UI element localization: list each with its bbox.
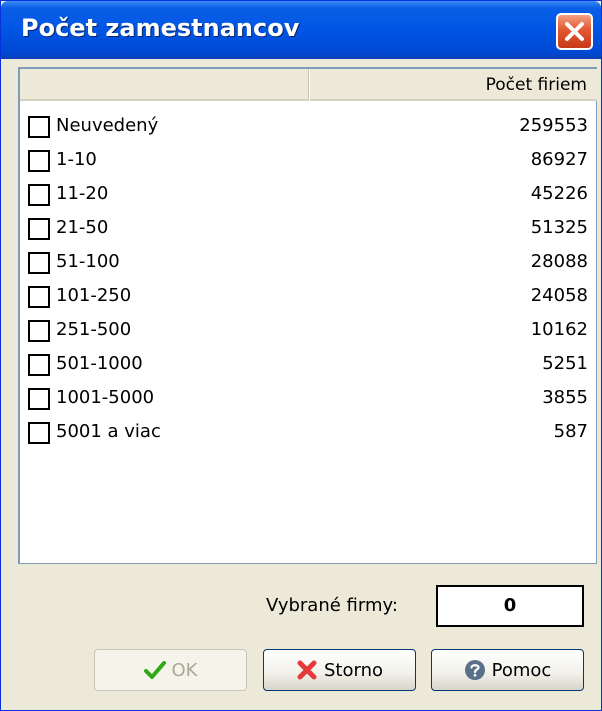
- list-item-count: 45226: [530, 183, 588, 204]
- checkbox[interactable]: [28, 116, 50, 138]
- list-item[interactable]: 501-1000 5251: [28, 349, 588, 383]
- column-header-count[interactable]: Počet firiem: [310, 69, 597, 101]
- checkbox[interactable]: [28, 320, 50, 342]
- selected-firms-count: 0: [436, 585, 584, 627]
- close-icon: [565, 22, 584, 41]
- help-button-label: Pomoc: [491, 659, 552, 681]
- list-item-count: 28088: [530, 251, 588, 272]
- checkmark-icon: [143, 660, 166, 680]
- checkbox[interactable]: [28, 150, 50, 172]
- list-item[interactable]: 5001 a viac 587: [28, 417, 588, 451]
- list-item-label: 251-500: [56, 319, 132, 340]
- checkbox[interactable]: [28, 286, 50, 308]
- list-item-count: 5251: [542, 353, 588, 374]
- list-item[interactable]: 51-100 28088: [28, 247, 588, 281]
- list-item[interactable]: 11-20 45226: [28, 179, 588, 213]
- checkbox[interactable]: [28, 252, 50, 274]
- column-header-text: Počet firiem: [485, 75, 587, 95]
- list-item-label: 101-250: [56, 285, 132, 306]
- list-item-label: Neuvedený: [56, 115, 159, 136]
- list-item[interactable]: 251-500 10162: [28, 315, 588, 349]
- dialog-window: Počet zamestnancov Počet firiem Neuveden…: [0, 0, 602, 711]
- list-item[interactable]: Neuvedený 259553: [28, 111, 588, 145]
- list-item-count: 10162: [530, 319, 588, 340]
- checkbox[interactable]: [28, 218, 50, 240]
- list-item-label: 5001 a viac: [56, 421, 161, 442]
- list-item[interactable]: 1-10 86927: [28, 145, 588, 179]
- list-item-label: 51-100: [56, 251, 120, 272]
- column-header-label[interactable]: [20, 69, 309, 101]
- list-item-count: 3855: [542, 387, 588, 408]
- list-item-count: 86927: [530, 149, 588, 170]
- list-item-label: 11-20: [56, 183, 109, 204]
- list-item-label: 501-1000: [56, 353, 143, 374]
- list-item-label: 21-50: [56, 217, 109, 238]
- list-item-count: 587: [553, 421, 588, 442]
- employee-count-list[interactable]: Počet firiem Neuvedený 259553 1-10 86927…: [18, 67, 597, 564]
- checkbox[interactable]: [28, 422, 50, 444]
- storno-button[interactable]: Storno: [263, 649, 416, 691]
- x-icon: [296, 659, 318, 681]
- ok-button-label: OK: [171, 659, 198, 681]
- list-item-label: 1001-5000: [56, 387, 155, 408]
- selected-firms-label: Vybrané firmy:: [266, 595, 398, 616]
- list-item-count: 24058: [530, 285, 588, 306]
- list-item-count: 51325: [530, 217, 588, 238]
- checkbox[interactable]: [28, 388, 50, 410]
- checkbox[interactable]: [28, 354, 50, 376]
- close-button[interactable]: [556, 13, 593, 50]
- help-icon: [464, 659, 486, 681]
- list-item[interactable]: 21-50 51325: [28, 213, 588, 247]
- checkbox[interactable]: [28, 184, 50, 206]
- list-item[interactable]: 1001-5000 3855: [28, 383, 588, 417]
- title-bar[interactable]: Počet zamestnancov: [1, 1, 601, 59]
- ok-button[interactable]: OK: [94, 649, 247, 691]
- list-item[interactable]: 101-250 24058: [28, 281, 588, 315]
- help-button[interactable]: Pomoc: [431, 649, 584, 691]
- list-item-count: 259553: [519, 115, 588, 136]
- list-item-label: 1-10: [56, 149, 97, 170]
- window-title: Počet zamestnancov: [21, 14, 300, 42]
- storno-button-label: Storno: [323, 659, 383, 681]
